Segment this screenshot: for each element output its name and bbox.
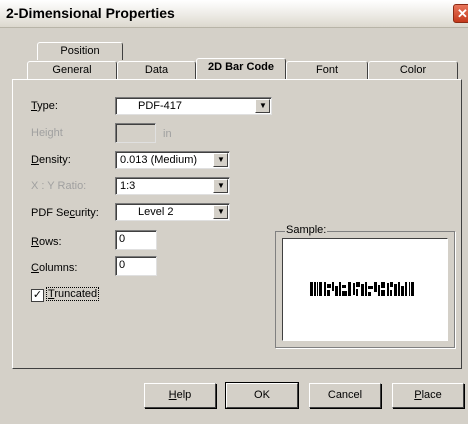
dropdown-button[interactable]: ▼ — [213, 205, 228, 219]
rows-label: Rows: — [31, 236, 62, 248]
height-unit: in — [163, 128, 172, 140]
ratio-label: X : Y Ratio: — [31, 180, 87, 192]
sample-legend: Sample: — [285, 224, 328, 236]
density-value: 0.013 (Medium) — [120, 154, 198, 166]
dropdown-button[interactable]: ▼ — [213, 153, 228, 167]
density-label: Density: — [31, 154, 71, 166]
ok-button[interactable]: OK — [225, 382, 299, 409]
cancel-button[interactable]: Cancel — [309, 383, 381, 408]
help-button[interactable]: Help — [144, 383, 216, 408]
columns-field[interactable]: 0 — [115, 256, 157, 276]
type-value: PDF-417 — [138, 100, 183, 112]
type-dropdown[interactable]: PDF-417 ▼ — [115, 97, 272, 115]
type-label: Type: — [31, 100, 58, 112]
place-button[interactable]: Place — [392, 383, 464, 408]
rows-field[interactable]: 0 — [115, 230, 157, 250]
chevron-down-icon: ▼ — [217, 181, 225, 190]
chevron-down-icon: ▼ — [217, 155, 225, 164]
security-dropdown[interactable]: Level 2 ▼ — [115, 203, 230, 221]
security-value: Level 2 — [138, 206, 174, 218]
height-label: Height — [31, 127, 63, 139]
chevron-down-icon: ▼ — [217, 207, 225, 216]
chevron-down-icon: ▼ — [259, 101, 267, 110]
pdf417-barcode-image — [310, 282, 414, 296]
density-dropdown[interactable]: 0.013 (Medium) ▼ — [115, 151, 230, 169]
height-field[interactable] — [115, 123, 156, 143]
security-label: PDF Security: — [31, 207, 99, 219]
dropdown-button[interactable]: ▼ — [213, 179, 228, 193]
ratio-value: 1:3 — [120, 180, 136, 192]
sample-preview — [282, 238, 448, 341]
ratio-dropdown[interactable]: 1:3 ▼ — [115, 177, 230, 195]
checkmark-icon: ✓ — [32, 289, 43, 301]
dropdown-button[interactable]: ▼ — [255, 99, 270, 113]
truncated-label[interactable]: Truncated — [45, 287, 100, 301]
columns-label: Columns: — [31, 262, 78, 274]
truncated-checkbox[interactable]: ✓ — [31, 289, 44, 302]
